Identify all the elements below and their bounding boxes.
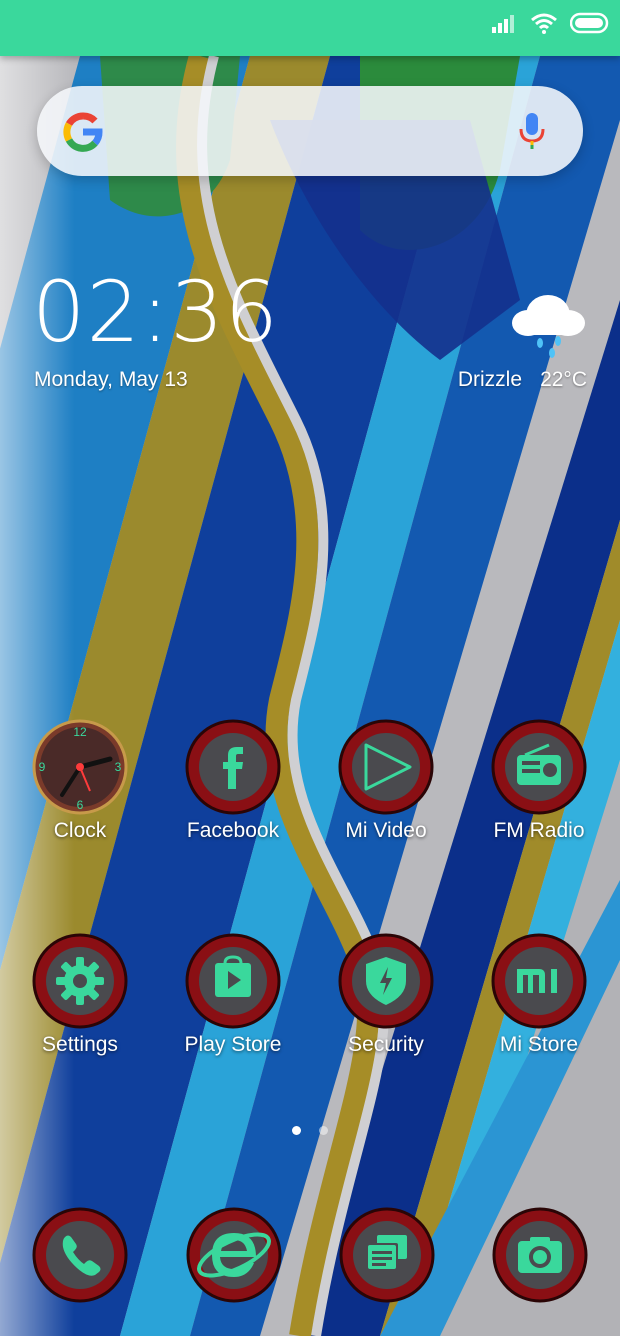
wifi-icon [531, 13, 557, 34]
browser-icon [186, 1207, 282, 1303]
dock-phone[interactable] [32, 1207, 128, 1303]
play-store-icon [185, 933, 281, 1029]
clock-widget-date[interactable]: Monday, May 13 [34, 368, 188, 392]
page-dot-2[interactable] [319, 1126, 328, 1135]
app-label-clock: Clock [53, 819, 107, 842]
mi-icon [491, 933, 587, 1029]
app-mi-store[interactable]: Mi Store [462, 933, 616, 1057]
facebook-icon [185, 719, 281, 815]
page-dot-1[interactable] [292, 1126, 301, 1135]
app-mi-video[interactable]: Mi Video [309, 719, 463, 843]
messages-icon [339, 1207, 435, 1303]
analog-clock-icon: 12 3 6 9 [32, 719, 128, 815]
clock-face-9: 9 [39, 760, 46, 774]
app-fm-radio[interactable]: FM Radio [462, 719, 616, 843]
app-label-play-store: Play Store [184, 1033, 282, 1056]
weather-condition[interactable]: Drizzle [458, 368, 522, 392]
app-label-security: Security [348, 1033, 424, 1056]
wallpaper [0, 0, 620, 1336]
radio-icon [491, 719, 587, 815]
app-label-mi-video: Mi Video [345, 819, 427, 842]
app-play-store[interactable]: Play Store [156, 933, 310, 1057]
gear-icon [32, 933, 128, 1029]
app-label-fm-radio: FM Radio [493, 819, 585, 842]
mic-icon[interactable] [517, 111, 547, 151]
dock-browser[interactable] [186, 1207, 282, 1303]
clock-face-12: 12 [73, 725, 87, 739]
dock-camera[interactable] [492, 1207, 588, 1303]
google-search-bar[interactable] [37, 86, 583, 176]
app-clock[interactable]: 12 3 6 9 Clock [3, 719, 157, 843]
app-label-mi-store: Mi Store [499, 1033, 579, 1056]
phone-icon [32, 1207, 128, 1303]
signal-icon [492, 15, 514, 33]
clock-widget-time[interactable]: 02:36 [32, 270, 279, 354]
status-bar [0, 0, 620, 56]
camera-icon [492, 1207, 588, 1303]
battery-icon [570, 12, 609, 34]
app-security[interactable]: Security [309, 933, 463, 1057]
drizzle-cloud-icon[interactable] [508, 283, 588, 363]
app-facebook[interactable]: Facebook [156, 719, 310, 843]
weather-temperature[interactable]: 22°C [540, 368, 587, 392]
play-icon [338, 719, 434, 815]
app-label-facebook: Facebook [186, 819, 280, 842]
dock-messages[interactable] [339, 1207, 435, 1303]
app-settings[interactable]: Settings [3, 933, 157, 1057]
page-indicator [292, 1126, 328, 1135]
app-label-settings: Settings [42, 1033, 118, 1056]
shield-icon [338, 933, 434, 1029]
clock-face-3: 3 [115, 760, 122, 774]
google-logo-icon [63, 112, 103, 152]
clock-face-6: 6 [77, 798, 84, 812]
